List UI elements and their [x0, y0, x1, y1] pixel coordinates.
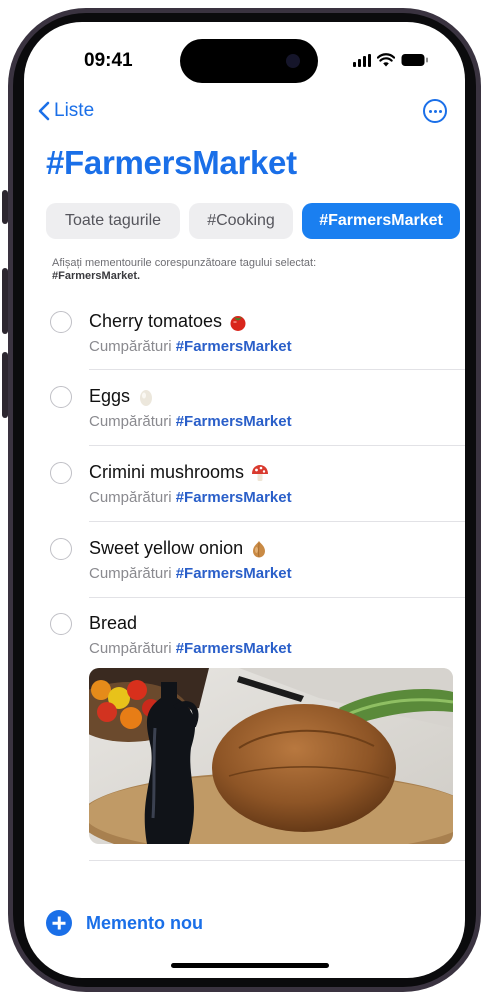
complete-checkbox[interactable]: [50, 462, 72, 484]
chevron-left-icon: [38, 101, 50, 121]
tomato-icon: [230, 315, 246, 331]
bread-photo-attachment[interactable]: [89, 668, 453, 844]
list-name: Cumpărături: [89, 489, 172, 506]
tag-all-tags[interactable]: Toate tagurile: [46, 203, 180, 239]
complete-checkbox[interactable]: [50, 311, 72, 333]
wifi-icon: [377, 53, 395, 67]
divider: [89, 597, 465, 598]
bread-photo: [89, 668, 453, 844]
complete-checkbox[interactable]: [50, 538, 72, 560]
reminder-title-row: Cherry tomatoes: [89, 311, 248, 332]
divider: [89, 860, 465, 861]
tag-farmersmarket[interactable]: #FarmersMarket: [302, 203, 460, 239]
battery-icon: [401, 54, 428, 66]
reminder-subtitle: Cumpărături #FarmersMarket: [89, 565, 292, 582]
reminder-tag[interactable]: #FarmersMarket: [176, 489, 292, 506]
egg-icon: [140, 389, 153, 406]
page-title: #FarmersMarket: [46, 144, 297, 181]
plus-circle-icon: [46, 910, 72, 936]
reminder-subtitle: Cumpărături #FarmersMarket: [89, 413, 292, 430]
tag-cooking[interactable]: #Cooking: [189, 203, 293, 239]
reminder-subtitle: Cumpărături #FarmersMarket: [89, 338, 292, 355]
list-name: Cumpărături: [89, 338, 172, 355]
reminder-subtitle: Cumpărături #FarmersMarket: [89, 489, 292, 506]
screen: 09:41 Liste #FarmersMarket Toate taguril…: [24, 22, 465, 978]
divider: [89, 521, 465, 522]
tag-label: Toate tagurile: [64, 212, 162, 229]
tag-label: #Cooking: [207, 212, 275, 229]
reminder-title: Cherry tomatoes: [89, 311, 223, 331]
ellipsis-icon: [428, 109, 432, 113]
hint-tag: #FarmersMarket.: [52, 270, 141, 282]
reminder-title: Bread: [89, 613, 138, 633]
complete-checkbox[interactable]: [50, 386, 72, 408]
back-label: Liste: [54, 100, 95, 121]
camera-icon: [286, 54, 300, 68]
onion-icon: [253, 540, 266, 557]
home-indicator: [171, 963, 329, 968]
reminder-tag[interactable]: #FarmersMarket: [176, 640, 292, 657]
more-options-button[interactable]: [423, 99, 447, 123]
reminder-title-row: Sweet yellow onion: [89, 538, 269, 559]
new-reminder-label: Memento nou: [86, 912, 203, 933]
list-name: Cumpărături: [89, 565, 172, 582]
reminder-subtitle: Cumpărături #FarmersMarket: [89, 640, 292, 657]
reminder-title: Sweet yellow onion: [89, 538, 244, 558]
hint-text: Afișați mementourile corespunzătoare tag…: [52, 257, 317, 269]
reminder-title: Crimini mushrooms: [89, 462, 245, 482]
reminder-tag[interactable]: #FarmersMarket: [176, 565, 292, 582]
back-button[interactable]: Liste: [38, 100, 94, 122]
new-reminder-button[interactable]: Memento nou: [46, 910, 203, 936]
tag-label: #FarmersMarket: [319, 212, 443, 229]
dynamic-island: [180, 39, 318, 83]
reminder-title-row: Eggs: [89, 386, 156, 407]
reminder-title-row: Bread: [89, 613, 137, 634]
divider: [89, 445, 465, 446]
mushroom-icon: [252, 464, 269, 481]
cellular-signal-icon: [353, 53, 371, 67]
reminder-tag[interactable]: #FarmersMarket: [176, 338, 292, 355]
list-name: Cumpărături: [89, 413, 172, 430]
reminder-title-row: Crimini mushrooms: [89, 462, 270, 483]
tag-hint: Afișați mementourile corespunzătoare tag…: [52, 257, 432, 283]
reminder-title: Eggs: [89, 386, 131, 406]
complete-checkbox[interactable]: [50, 613, 72, 635]
list-name: Cumpărături: [89, 640, 172, 657]
status-icons: [353, 52, 429, 68]
status-time: 09:41: [84, 50, 133, 71]
divider: [89, 369, 465, 370]
reminder-tag[interactable]: #FarmersMarket: [176, 413, 292, 430]
